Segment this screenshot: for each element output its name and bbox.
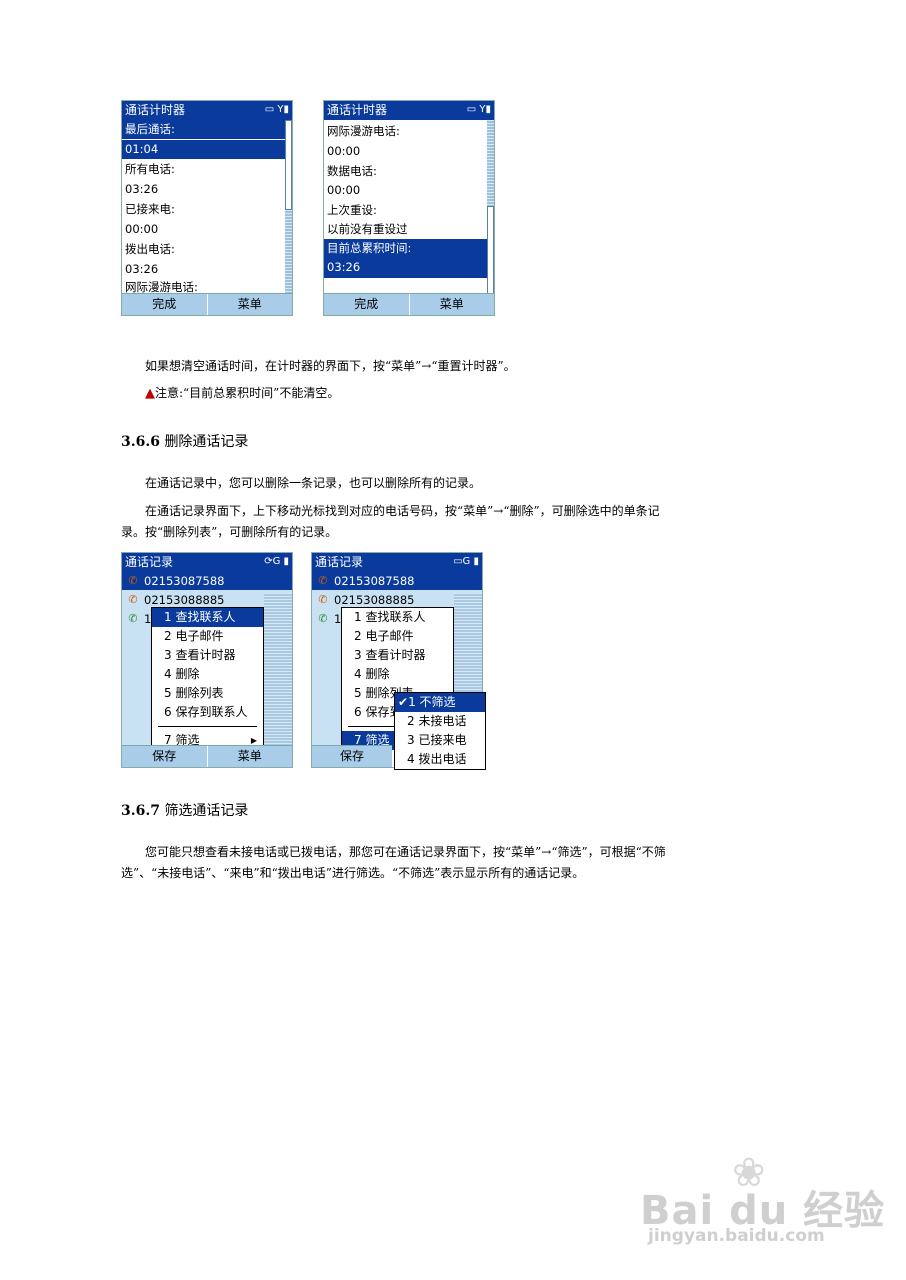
section-number: 3.6.6 [121,434,160,450]
timer-row: 拨出电话: [125,242,175,256]
menu-softkey[interactable]: 菜单 [408,294,495,315]
timer-row: 以前没有重设过 [327,222,408,236]
timer-row: 00:00 [327,144,361,158]
outgoing-call-icon: ✆ [128,593,138,606]
context-menu: 1 查找联系人 2 电子邮件 3 查看计时器 4 删除 5 删除列表 6 保存到… [151,607,264,749]
section-title: 筛选通话记录 [164,803,249,819]
paragraph: 在通话记录中，您可以删除一条记录，也可以删除所有的记录。 [145,476,482,490]
reset-instruction: 如果想清空通话时间，在计时器的界面下，按“菜单”→“重置计时器”。 [145,359,516,373]
call-log-screenshot-2: 通话记录 ▭G ▮ ✆ 02153087588 ✆ 02153088885 ✆ 1 1… [311,552,486,770]
call-entry[interactable]: ✆ 02153087588 [312,572,482,590]
timer-row: 数据电话: [327,164,377,178]
section-heading-367: 3.6.7 筛选通话记录 [121,800,248,820]
timer-row: 03:26 [125,182,159,196]
submenu-item-received[interactable]: 3 已接来电 [395,731,485,750]
watermark-url: jingyan.baidu.com [648,1226,825,1246]
save-softkey[interactable]: 保存 [122,746,207,767]
warning-icon: ▲ [145,386,155,401]
scrollbar[interactable] [487,120,494,296]
timer-row[interactable]: 03:26 [324,258,487,278]
phone-number: 02153087588 [144,574,225,588]
softkey-bar: 完成 菜单 [122,293,292,315]
check-icon: ✔ [398,695,409,709]
menu-divider [158,726,257,727]
done-softkey[interactable]: 完成 [122,294,207,315]
softkey-bar: 保存 [312,745,392,767]
incoming-call-icon: ✆ [128,612,138,625]
softkey-bar: 保存 菜单 [122,745,292,767]
status-icons: ▭ Y▮ [466,104,491,115]
timer-row[interactable]: 最后通话: [122,120,285,139]
timer-row: 00:00 [125,222,159,236]
missed-call-icon: ✆ [128,574,138,587]
timer-row: 03:26 [125,262,159,276]
incoming-call-icon: ✆ [318,612,328,625]
timer-row: 上次重设: [327,203,377,217]
menu-item-find-contact[interactable]: 1 查找联系人 [152,608,263,627]
phone-number: 02153088885 [334,593,415,607]
menu-item-email[interactable]: 2 电子邮件 [152,627,263,646]
note-text: 注意:“目前总累积时间”不能清空。 [155,386,340,400]
phone-number: 02153087588 [334,574,415,588]
menu-item-find-contact[interactable]: 1 查找联系人 [342,608,453,627]
status-icons: ▭G ▮ [453,556,479,567]
menu-softkey[interactable]: 菜单 [206,746,293,767]
submenu-item-missed[interactable]: 2 未接电话 [395,712,485,731]
call-entry[interactable]: ✆ 02153087588 [122,572,292,590]
call-log-screenshot-1: 通话记录 ⟳G ▮ ✆ 02153087588 ✆ 02153088885 ✆ 1 1… [121,552,293,768]
timer-row: 网际漫游电话: [327,124,400,138]
section-number: 3.6.7 [121,803,160,819]
section-title: 删除通话记录 [164,434,249,450]
menu-item-view-timer[interactable]: 3 查看计时器 [152,646,263,665]
menu-item-delete[interactable]: 4 删除 [152,665,263,684]
scrollbar[interactable] [285,120,292,294]
softkey-bar: 完成 菜单 [324,293,494,315]
paragraph: 在通话记录界面下，上下移动光标找到对应的电话号码，按“菜单”→“删除”，可删除选… [121,504,660,539]
timer-row: 00:00 [327,183,361,197]
save-softkey[interactable]: 保存 [312,746,392,767]
paragraph: 您可能只想查看未接电话或已拨电话，那您可在通话记录界面下，按“菜单”→“筛选”，… [121,845,666,880]
menu-item-email[interactable]: 2 电子邮件 [342,627,453,646]
submenu-item-no-filter[interactable]: ✔1 不筛选 [395,693,485,712]
missed-call-icon: ✆ [318,574,328,587]
menu-item-delete[interactable]: 4 删除 [342,665,453,684]
baidu-watermark: ❀ Bai du 经验 jingyan.baidu.com [640,1150,884,1250]
status-icons: ▭ Y▮ [264,104,289,115]
timer-row: 所有电话: [125,162,175,176]
call-timer-screenshot-1: 通话计时器 ▭ Y▮ 最后通话: 01:04 所有电话: 03:26 已接来电:… [121,100,293,316]
menu-softkey[interactable]: 菜单 [206,294,293,315]
filter-submenu: ✔1 不筛选 2 未接电话 3 已接来电 4 拨出电话 [394,692,486,770]
timer-row: 已接来电: [125,202,175,216]
timer-row[interactable]: 目前总累积时间: [324,239,487,258]
menu-item-save-to-contacts[interactable]: 6 保存到联系人 [152,703,263,722]
outgoing-call-icon: ✆ [318,593,328,606]
menu-item-delete-list[interactable]: 5 删除列表 [152,684,263,703]
done-softkey[interactable]: 完成 [324,294,409,315]
call-timer-screenshot-2: 通话计时器 ▭ Y▮ 网际漫游电话: 00:00 数据电话: 00:00 上次重… [323,100,495,316]
submenu-item-dialed[interactable]: 4 拨出电话 [395,750,485,769]
menu-item-view-timer[interactable]: 3 查看计时器 [342,646,453,665]
note: ▲注意:“目前总累积时间”不能清空。 [145,384,339,403]
phone-number: 02153088885 [144,593,225,607]
timer-row[interactable]: 01:04 [122,140,285,159]
status-icons: ⟳G ▮ [264,556,289,567]
section-heading-366: 3.6.6 删除通话记录 [121,431,248,451]
